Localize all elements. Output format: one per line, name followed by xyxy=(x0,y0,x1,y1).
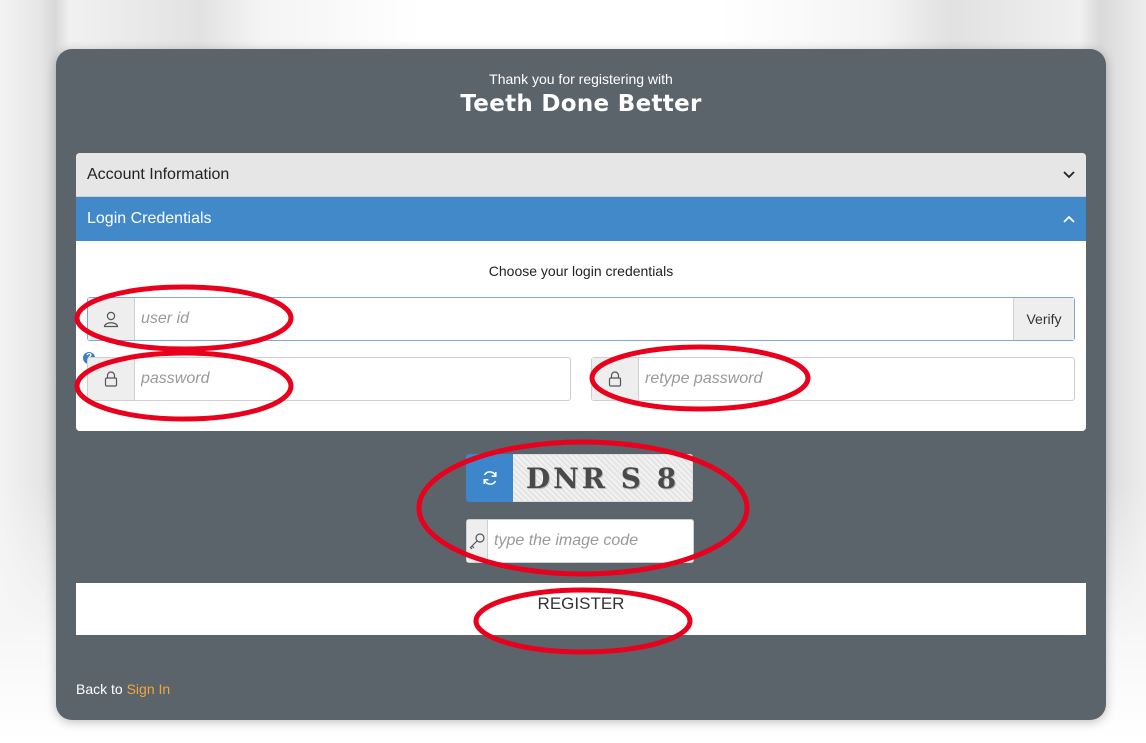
accordion-login-label: Login Credentials xyxy=(87,210,212,227)
registration-card: Thank you for registering with Teeth Don… xyxy=(56,49,1106,720)
key-icon xyxy=(467,520,488,562)
accordion-account-label: Account Information xyxy=(87,165,230,183)
password-field xyxy=(87,357,571,401)
user-id-field: Verify xyxy=(87,297,1075,341)
verify-button[interactable]: Verify xyxy=(1013,298,1074,340)
user-id-input[interactable] xyxy=(135,298,1013,340)
back-text: Back to xyxy=(76,681,123,697)
register-button[interactable]: REGISTER xyxy=(76,583,1086,635)
retype-password-field xyxy=(591,357,1075,401)
accordion-login-credentials[interactable]: Login Credentials xyxy=(76,197,1086,241)
captcha: DNR S 8 xyxy=(466,454,693,502)
password-input[interactable] xyxy=(135,358,570,400)
registration-subtitle: Thank you for registering with xyxy=(489,71,673,87)
captcha-image: DNR S 8 xyxy=(513,454,693,502)
accordion-account-information[interactable]: Account Information xyxy=(76,153,1086,197)
refresh-icon[interactable] xyxy=(466,454,513,502)
chevron-down-icon xyxy=(1062,168,1076,182)
brand-title: Teeth Done Better xyxy=(460,91,702,117)
registration-accordion: Account Information Login Credentials Ch… xyxy=(76,153,1086,431)
chevron-up-icon xyxy=(1062,212,1076,226)
captcha-code-input[interactable] xyxy=(488,520,708,562)
lock-icon xyxy=(88,358,135,400)
login-credentials-panel: Choose your login credentials Verify ? xyxy=(76,241,1086,431)
back-to-sign-in: Back to Sign In xyxy=(76,681,170,697)
user-icon xyxy=(88,298,135,340)
credentials-instructions: Choose your login credentials xyxy=(488,263,674,279)
captcha-code-field xyxy=(466,519,708,563)
retype-password-input[interactable] xyxy=(639,358,1074,400)
lock-icon xyxy=(592,358,639,400)
sign-in-link[interactable]: Sign In xyxy=(127,681,171,697)
